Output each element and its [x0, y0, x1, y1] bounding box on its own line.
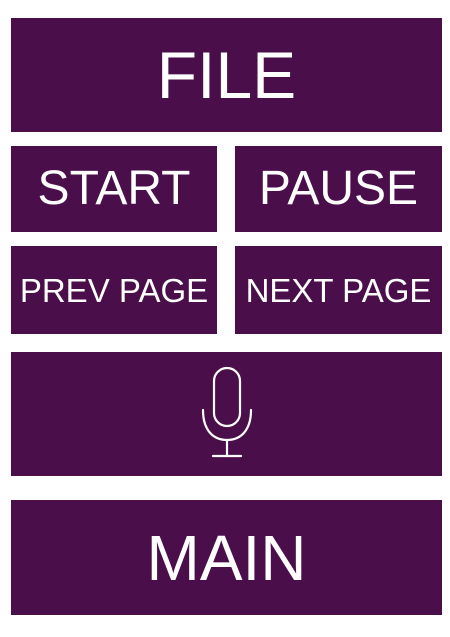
prev-page-button[interactable]: PREV PAGE: [11, 246, 217, 334]
main-button[interactable]: MAIN: [11, 500, 442, 615]
microphone-icon: [200, 366, 254, 462]
file-button[interactable]: FILE: [11, 18, 442, 132]
main-button-label: MAIN: [146, 521, 307, 594]
next-page-button[interactable]: NEXT PAGE: [235, 246, 442, 334]
microphone-button[interactable]: [11, 352, 442, 476]
file-button-label: FILE: [156, 38, 297, 112]
prev-page-button-label: PREV PAGE: [19, 271, 209, 309]
start-button[interactable]: START: [11, 146, 217, 232]
pause-button[interactable]: PAUSE: [235, 146, 442, 232]
next-page-button-label: NEXT PAGE: [245, 271, 432, 309]
pause-button-label: PAUSE: [258, 162, 419, 215]
start-button-label: START: [37, 162, 191, 215]
